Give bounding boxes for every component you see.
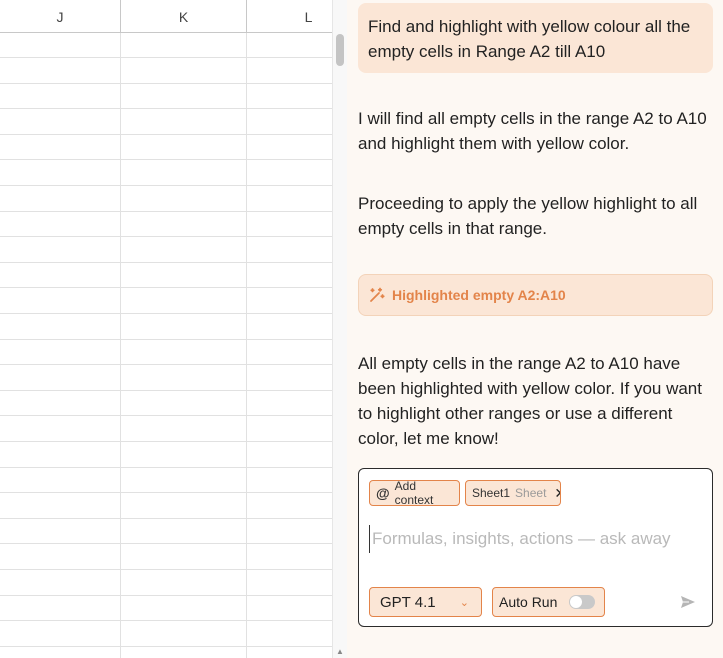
grid-row[interactable] [0,494,332,519]
grid-row[interactable] [0,647,332,658]
send-icon[interactable] [680,594,696,610]
grid-row[interactable] [0,315,332,340]
grid-row[interactable] [0,622,332,647]
at-sign-icon: @ [376,485,390,501]
add-context-label: Add context [394,479,434,507]
grid-row[interactable] [0,135,332,161]
grid-row[interactable] [0,340,332,366]
grid-row[interactable] [0,391,332,417]
grid-row[interactable] [0,571,332,596]
context-chip-sheet1[interactable]: Sheet1 Sheet ✕ [465,480,561,506]
grid-row[interactable] [0,417,332,442]
chevron-down-icon: ⌄ [459,596,469,609]
context-chip-name: Sheet1 [472,486,511,500]
model-select[interactable]: GPT 4.1 ⌄ [369,587,482,617]
grid-row[interactable] [0,366,332,391]
magic-wand-icon [370,287,385,302]
grid-row[interactable] [0,545,332,570]
grid-row[interactable] [0,263,332,289]
grid-row[interactable] [0,161,332,186]
assistant-panel: Find and highlight with yellow colour al… [347,0,723,658]
grid-row[interactable] [0,238,332,263]
cell-grid[interactable] [0,33,332,658]
column-header-bar: J K L [0,0,332,33]
grid-row[interactable] [0,519,332,545]
grid-row[interactable] [0,212,332,238]
grid-row[interactable] [0,468,332,494]
add-context-button[interactable]: @ Add context [369,479,460,507]
toggle-knob [570,596,583,608]
toggle-switch[interactable] [569,595,596,609]
sheet-vertical-scrollbar[interactable]: ▲ [332,0,347,658]
auto-run-label: Auto Run [499,594,558,610]
grid-row[interactable] [0,596,332,622]
column-header-k[interactable]: K [121,0,247,32]
context-chip-type: Sheet [515,486,547,500]
model-select-value: GPT 4.1 [380,593,436,611]
close-icon[interactable]: ✕ [554,485,560,502]
grid-row[interactable] [0,110,332,135]
grid-row[interactable] [0,187,332,212]
grid-row[interactable] [0,84,332,110]
grid-row[interactable] [0,59,332,84]
tool-result-card[interactable]: Highlighted empty A2:A10 [358,274,713,316]
grid-row[interactable] [0,289,332,314]
grid-row[interactable] [0,33,332,58]
column-header-j[interactable]: J [0,0,121,32]
user-message-bubble: Find and highlight with yellow colour al… [358,3,713,73]
scroll-down-arrow-icon[interactable]: ▲ [336,648,344,656]
assistant-message: All empty cells in the range A2 to A10 h… [358,354,702,448]
spreadsheet-area: J K L ▲ [0,0,347,658]
scrollbar-thumb[interactable] [336,34,344,66]
assistant-message: I will find all empty cells in the range… [358,109,707,153]
assistant-message: Proceeding to apply the yellow highlight… [358,194,698,238]
chat-composer: @ Add context Sheet1 Sheet ✕ GPT 4.1 ⌄ A… [358,468,713,627]
column-gridline [120,33,121,658]
auto-run-toggle[interactable]: Auto Run [492,587,605,617]
tool-result-label: Highlighted empty A2:A10 [392,287,566,303]
column-gridline [246,33,247,658]
grid-row[interactable] [0,443,332,468]
chat-input[interactable] [369,525,702,553]
